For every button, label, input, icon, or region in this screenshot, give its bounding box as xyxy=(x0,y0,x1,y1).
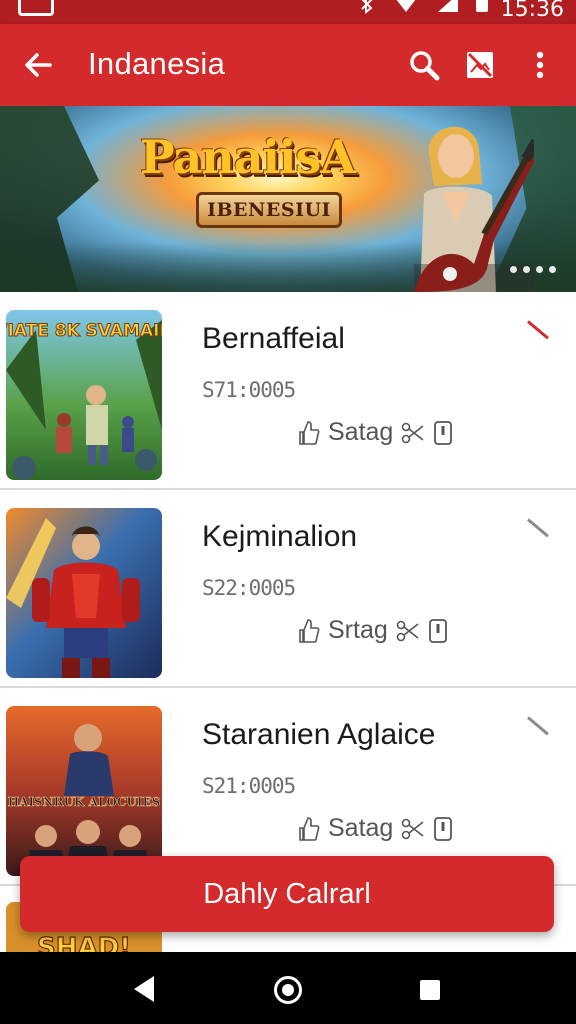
app-bar: Indanesia xyxy=(0,24,576,106)
signal-icon xyxy=(438,0,458,12)
daily-calendar-button[interactable]: Dahly Calrarl xyxy=(20,856,554,932)
item-title: Staranien Aglaice xyxy=(202,718,436,751)
arrow-back-icon xyxy=(25,53,52,77)
hide-images-button[interactable] xyxy=(456,41,504,89)
item-title: Kejminalion xyxy=(202,520,358,553)
thumbnail-caption: VIATE 8K SVAMAIN xyxy=(6,321,162,341)
image-off-icon xyxy=(467,52,493,78)
carousel-dot xyxy=(523,266,530,273)
item-subtitle: S22:0005 xyxy=(202,576,296,600)
thumb-up-icon xyxy=(299,618,320,643)
wifi-icon xyxy=(392,0,420,12)
carousel-dot xyxy=(536,266,543,273)
scissors-icon xyxy=(396,620,419,641)
item-subtitle: S71:0005 xyxy=(202,378,296,402)
item-title: Bernaffeial xyxy=(202,322,345,355)
search-button[interactable] xyxy=(400,41,448,89)
thumb-up-icon xyxy=(299,816,320,841)
device-icon xyxy=(428,618,447,643)
list-item[interactable]: Kejminalion S22:0005 Srtag xyxy=(0,492,576,688)
edit-mark-icon[interactable] xyxy=(527,716,549,736)
item-meta-label: Satag xyxy=(328,814,394,842)
banner-logo: PanaiisA xyxy=(140,130,356,184)
item-meta-label: Srtag xyxy=(328,616,388,644)
list-item[interactable]: VIATE 8K SVAMAIN Bernaffeial S71:0005 Sa… xyxy=(0,294,576,490)
item-subtitle: S21:0005 xyxy=(202,774,296,798)
device-icon xyxy=(434,816,453,841)
battery-icon xyxy=(476,0,488,12)
item-meta: Satag xyxy=(298,814,453,843)
more-options-button[interactable] xyxy=(516,41,564,89)
status-icons xyxy=(360,0,488,22)
promo-banner[interactable]: PanaiisA IBENESIUI xyxy=(0,106,576,292)
edit-mark-icon[interactable] xyxy=(527,518,549,538)
carousel-dot xyxy=(549,266,556,273)
more-vert-icon xyxy=(536,51,544,79)
item-meta-label: Satag xyxy=(328,418,394,446)
carousel-indicator xyxy=(510,266,556,273)
game-thumbnail: VIATE 8K SVAMAIN xyxy=(6,310,162,480)
item-meta: Satag xyxy=(298,418,453,447)
device-icon xyxy=(434,420,453,445)
search-icon xyxy=(410,51,440,81)
item-meta: Srtag xyxy=(298,616,448,645)
back-button[interactable] xyxy=(14,41,62,89)
status-time: 15:36 xyxy=(500,0,564,22)
nav-home-icon[interactable] xyxy=(274,976,302,1004)
game-thumbnail: HAISNRUK ALOCUIES xyxy=(6,706,162,876)
game-thumbnail xyxy=(6,508,162,678)
nav-recent-apps-icon[interactable] xyxy=(420,980,440,1000)
edit-mark-icon[interactable] xyxy=(527,320,549,340)
page-title: Indanesia xyxy=(88,46,226,81)
nav-back-icon[interactable] xyxy=(134,976,154,1002)
status-bar: 15:36 xyxy=(0,0,576,24)
thumbnail-caption: HAISNRUK ALOCUIES xyxy=(8,795,161,809)
banner-subtitle: IBENESIUI xyxy=(196,192,342,228)
scissors-icon xyxy=(402,422,424,443)
thumb-up-icon xyxy=(299,420,320,445)
system-nav-bar xyxy=(0,952,576,1024)
notification-icon xyxy=(18,0,54,16)
bluetooth-icon xyxy=(361,0,373,14)
carousel-dot xyxy=(510,266,517,273)
scissors-icon xyxy=(402,818,424,839)
